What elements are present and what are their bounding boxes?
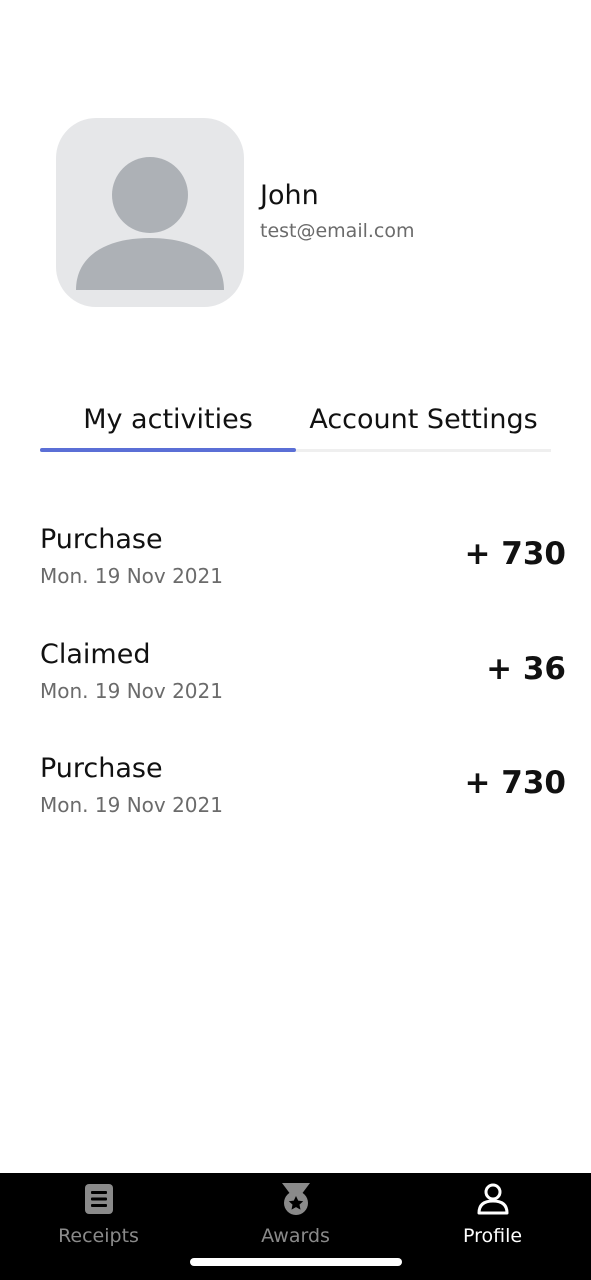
medal-icon <box>279 1182 313 1216</box>
list-item[interactable]: Purchase Mon. 19 Nov 2021 + 730 <box>40 749 566 864</box>
tab-account-settings[interactable]: Account Settings <box>296 398 551 452</box>
bottom-tab-bar: Receipts Awards Profile <box>0 1173 591 1280</box>
profile-tabs: My activities Account Settings <box>40 398 551 452</box>
nav-awards[interactable]: Awards <box>197 1173 394 1253</box>
activity-title: Claimed <box>40 638 151 670</box>
default-user-avatar-icon <box>76 157 224 290</box>
activity-date: Mon. 19 Nov 2021 <box>40 793 223 817</box>
home-indicator[interactable] <box>190 1258 402 1266</box>
activity-points: + 730 <box>464 536 566 572</box>
activity-date: Mon. 19 Nov 2021 <box>40 564 223 588</box>
activity-points: + 36 <box>486 650 566 687</box>
activity-title: Purchase <box>40 524 163 555</box>
activity-date: Mon. 19 Nov 2021 <box>40 678 223 703</box>
activity-list: Purchase Mon. 19 Nov 2021 + 730 Claimed … <box>40 520 566 864</box>
nav-label: Awards <box>261 1225 330 1247</box>
nav-receipts[interactable]: Receipts <box>0 1173 197 1253</box>
profile-avatar[interactable] <box>56 118 244 307</box>
nav-profile[interactable]: Profile <box>394 1173 591 1253</box>
profile-email: test@email.com <box>260 220 415 242</box>
active-tab-indicator <box>40 448 296 452</box>
list-item[interactable]: Claimed Mon. 19 Nov 2021 + 36 <box>40 635 566 750</box>
receipt-icon <box>82 1182 116 1216</box>
profile-name: John <box>260 180 319 211</box>
list-item[interactable]: Purchase Mon. 19 Nov 2021 + 730 <box>40 520 566 635</box>
person-icon <box>476 1182 510 1216</box>
activity-points: + 730 <box>464 765 566 801</box>
tab-my-activities[interactable]: My activities <box>40 398 296 452</box>
activity-title: Purchase <box>40 753 163 784</box>
nav-label: Profile <box>462 1225 523 1247</box>
nav-label: Receipts <box>58 1225 139 1247</box>
